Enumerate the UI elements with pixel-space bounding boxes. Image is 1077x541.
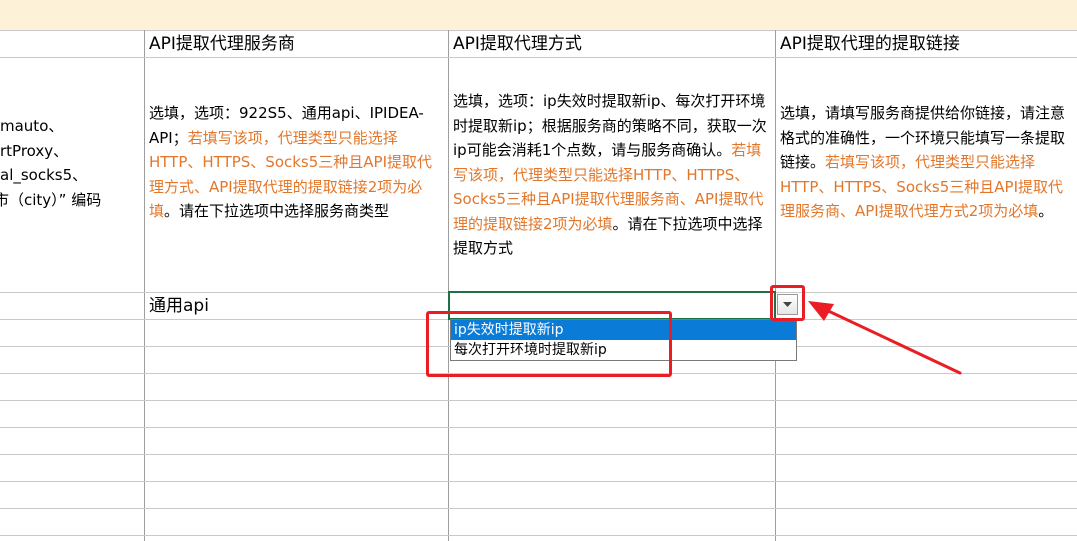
- annotation-arrow-icon: [808, 301, 962, 375]
